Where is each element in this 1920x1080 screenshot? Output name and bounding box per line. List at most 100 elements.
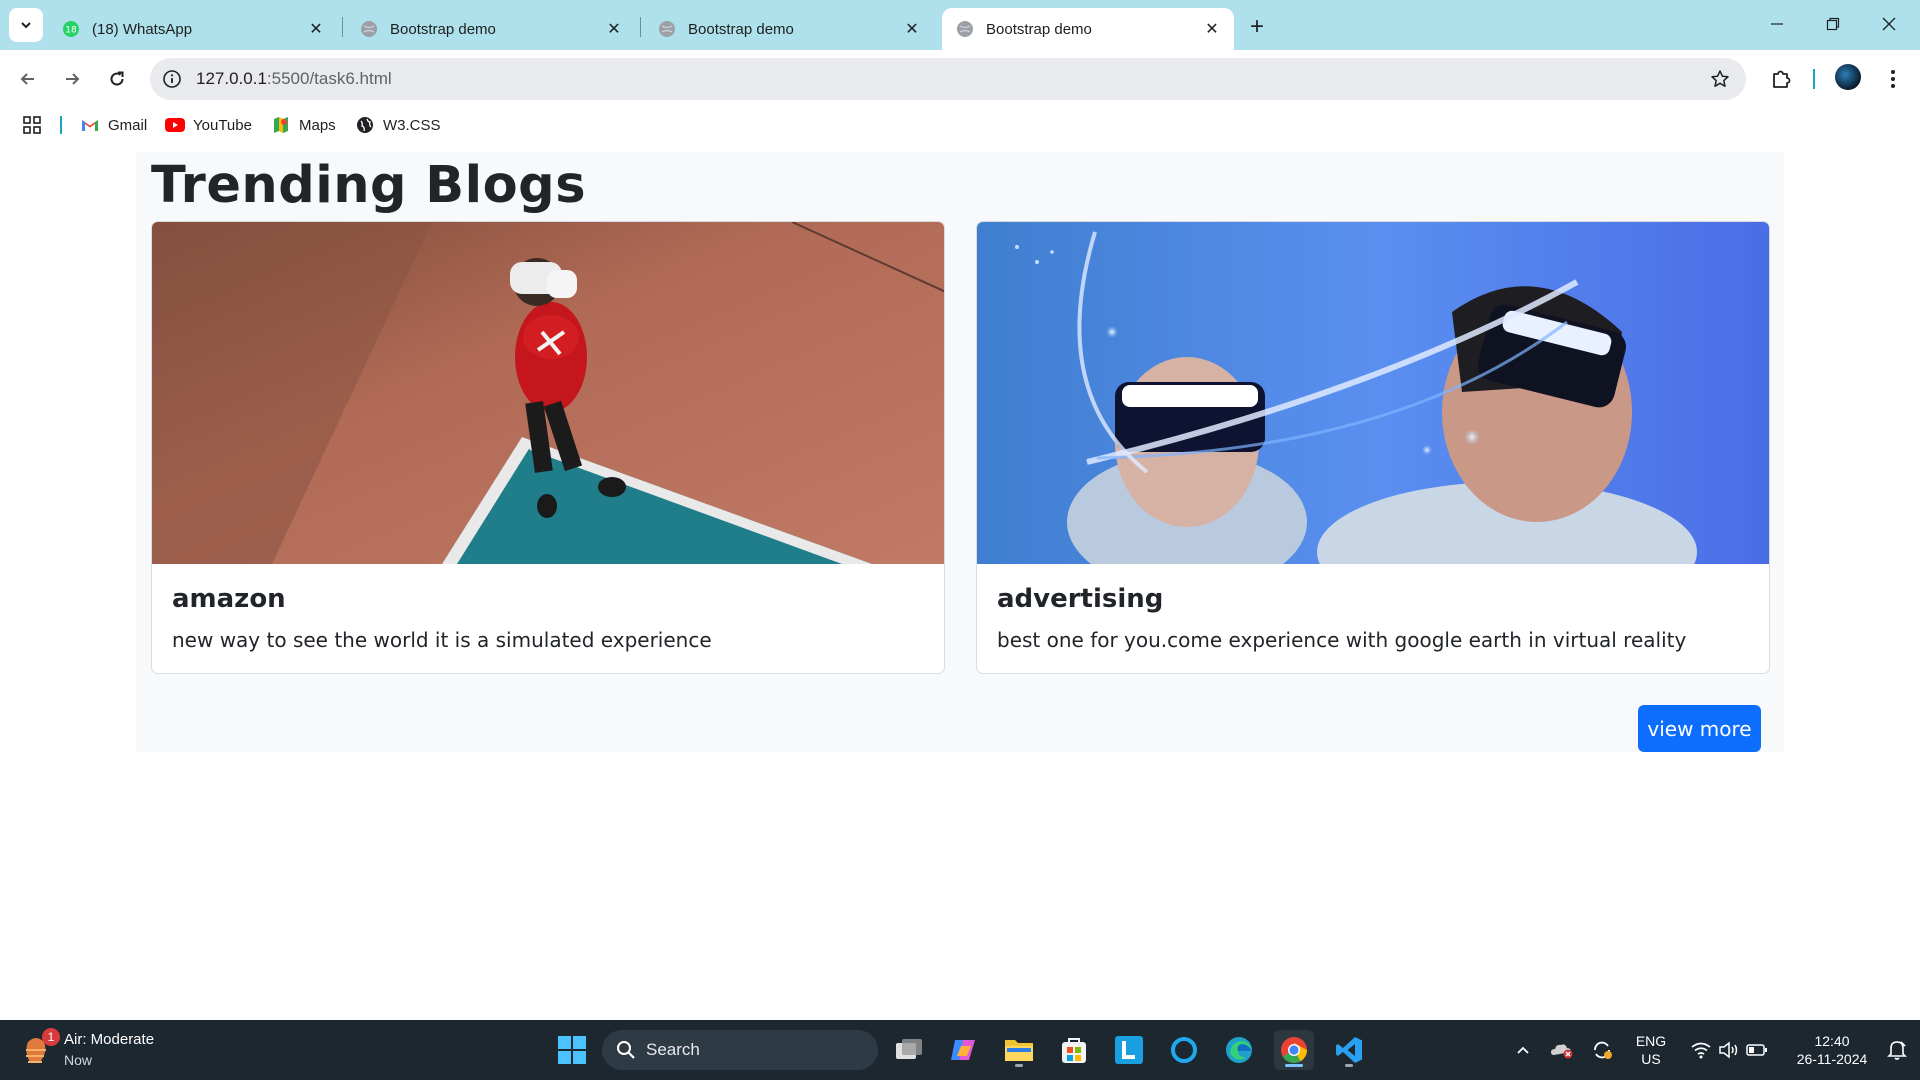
bookmark-gmail[interactable]: Gmail xyxy=(80,115,147,135)
forward-button[interactable] xyxy=(55,62,89,96)
back-button[interactable] xyxy=(11,62,45,96)
tab-bootstrap-demo-active[interactable]: Bootstrap demo ✕ xyxy=(942,8,1234,50)
battery-icon xyxy=(1746,1044,1767,1056)
running-indicator xyxy=(1015,1064,1023,1067)
blog-container: Trending Blogs amazon new way to see the… xyxy=(136,152,1784,752)
site-info-icon[interactable] xyxy=(160,67,184,91)
youtube-icon xyxy=(165,117,185,133)
url-path: :5500/task6.html xyxy=(266,69,392,88)
store-app[interactable] xyxy=(1054,1030,1094,1070)
card-text: new way to see the world it is a simulat… xyxy=(172,628,712,652)
blog-card-advertising: advertising best one for you.come experi… xyxy=(976,221,1770,674)
browser-toolbar: 127.0.0.1:5500/task6.html xyxy=(0,50,1920,108)
menu-button[interactable] xyxy=(1876,62,1910,96)
card-title: advertising xyxy=(997,584,1164,614)
clock[interactable]: 12:40 26-11-2024 xyxy=(1782,1020,1882,1080)
apps-grid-icon[interactable] xyxy=(22,115,42,135)
tab-whatsapp[interactable]: 18 (18) WhatsApp ✕ xyxy=(48,8,338,50)
file-explorer-app[interactable] xyxy=(999,1030,1039,1070)
page-title: Trending Blogs xyxy=(151,156,587,215)
restore-icon xyxy=(1826,17,1840,31)
bookmark-youtube[interactable]: YouTube xyxy=(165,115,252,135)
sync-icon[interactable] xyxy=(1588,1020,1616,1080)
l-app[interactable] xyxy=(1109,1030,1149,1070)
taskbar-search[interactable]: Search xyxy=(602,1030,878,1070)
active-indicator xyxy=(1285,1064,1303,1067)
card-title: amazon xyxy=(172,584,286,614)
address-bar[interactable]: 127.0.0.1:5500/task6.html xyxy=(150,58,1746,100)
weather-title: Air: Moderate xyxy=(64,1031,155,1048)
globe-icon xyxy=(355,117,375,133)
vscode-app[interactable] xyxy=(1329,1030,1369,1070)
quick-settings-button[interactable] xyxy=(1684,1020,1774,1080)
bookmark-label: Maps xyxy=(299,116,336,134)
onedrive-error-icon[interactable] xyxy=(1548,1020,1576,1080)
bookmark-w3css[interactable]: W3.CSS xyxy=(355,115,441,135)
cortana-app[interactable] xyxy=(1164,1030,1204,1070)
globe-icon xyxy=(956,20,974,38)
copilot-icon xyxy=(951,1040,975,1060)
bookmark-label: YouTube xyxy=(193,116,252,134)
reload-button[interactable] xyxy=(100,62,134,96)
close-icon[interactable]: ✕ xyxy=(604,19,624,39)
minimize-button[interactable] xyxy=(1752,8,1802,40)
tab-strip: 18 (18) WhatsApp ✕ Bootstrap demo ✕ Boot… xyxy=(0,0,1920,50)
bookmark-label: W3.CSS xyxy=(383,116,441,134)
bookmark-star-icon[interactable] xyxy=(1708,67,1732,91)
arrow-left-icon xyxy=(20,73,34,85)
tab-title: Bootstrap demo xyxy=(688,20,794,38)
blog-card-amazon: amazon new way to see the world it is a … xyxy=(151,221,945,674)
task-view-button[interactable] xyxy=(889,1030,929,1070)
globe-icon xyxy=(658,20,676,38)
extensions-button[interactable] xyxy=(1764,62,1798,96)
bookmark-maps[interactable]: Maps xyxy=(271,115,336,135)
folder-icon xyxy=(1005,1040,1033,1061)
volume-icon xyxy=(1719,1041,1738,1059)
chevron-down-icon xyxy=(21,22,31,29)
tab-separator xyxy=(342,17,343,37)
page-viewport: Trending Blogs amazon new way to see the… xyxy=(0,142,1920,1020)
windows-taskbar: 1 Air: Moderate Now Search ENG US 12:40 … xyxy=(0,1020,1920,1080)
card-text: best one for you.come experience with go… xyxy=(997,628,1687,652)
tab-bootstrap-demo-1[interactable]: Bootstrap demo ✕ xyxy=(346,8,636,50)
url-host: 127.0.0.1 xyxy=(196,69,267,88)
close-window-button[interactable] xyxy=(1864,8,1914,40)
language-indicator[interactable]: ENG US xyxy=(1626,1020,1676,1080)
tab-bootstrap-demo-2[interactable]: Bootstrap demo ✕ xyxy=(644,8,934,50)
tab-search-button[interactable] xyxy=(9,8,43,42)
close-icon[interactable]: ✕ xyxy=(306,19,326,39)
tab-title: Bootstrap demo xyxy=(986,20,1092,38)
bookmarks-separator xyxy=(60,116,62,134)
windows-logo-icon xyxy=(558,1036,586,1064)
show-hidden-icons-button[interactable] xyxy=(1510,1020,1536,1080)
close-icon[interactable]: ✕ xyxy=(1202,19,1222,39)
tab-title: (18) WhatsApp xyxy=(92,20,193,38)
notification-center-button[interactable] xyxy=(1880,1020,1914,1080)
arrow-right-icon xyxy=(66,73,80,85)
clock-time: 12:40 xyxy=(1814,1033,1850,1049)
chrome-app[interactable] xyxy=(1274,1030,1314,1070)
profile-avatar[interactable] xyxy=(1835,64,1861,90)
tab-separator xyxy=(640,17,641,37)
card-body: advertising best one for you.come experi… xyxy=(977,564,1769,673)
chevron-up-icon xyxy=(1517,1046,1529,1054)
weather-widget[interactable]: 1 Air: Moderate Now xyxy=(22,1028,155,1070)
new-tab-button[interactable]: + xyxy=(1243,13,1271,41)
language-code: ENG xyxy=(1635,1033,1667,1049)
task-view-icon xyxy=(896,1039,922,1059)
start-button[interactable] xyxy=(552,1030,592,1070)
close-icon[interactable]: ✕ xyxy=(902,19,922,39)
copilot-app[interactable] xyxy=(944,1030,984,1070)
bookmark-label: Gmail xyxy=(108,116,148,134)
minimize-icon xyxy=(1771,23,1783,25)
store-icon xyxy=(1062,1038,1086,1063)
vscode-icon xyxy=(1336,1037,1362,1063)
clock-date: 26-11-2024 xyxy=(1796,1051,1868,1067)
card-body: amazon new way to see the world it is a … xyxy=(152,564,944,673)
wifi-icon xyxy=(1691,1042,1711,1059)
edge-app[interactable] xyxy=(1219,1030,1259,1070)
air-quality-icon: 1 xyxy=(22,1028,60,1070)
tab-title: Bootstrap demo xyxy=(390,20,496,38)
restore-button[interactable] xyxy=(1808,8,1858,40)
view-more-button[interactable]: view more xyxy=(1638,705,1761,752)
